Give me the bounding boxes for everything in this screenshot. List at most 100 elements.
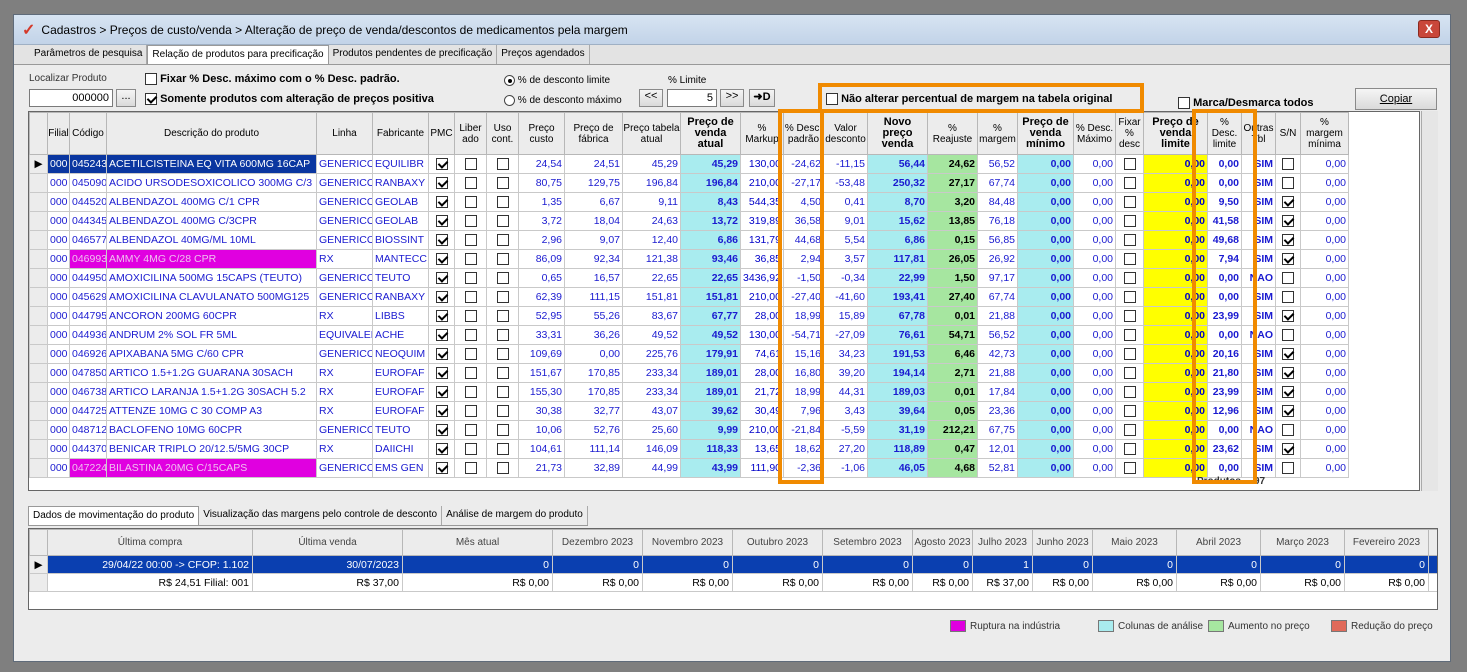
table-row[interactable]: 000 044370 BENICAR TRIPLO 20/12.5/5MG 30CP…: [29, 439, 1349, 459]
row-checkbox[interactable]: [435, 443, 448, 456]
cell-12[interactable]: 210,00: [740, 173, 784, 193]
cell-3[interactable]: GENERICO: [316, 173, 373, 193]
cell-24[interactable]: [1275, 401, 1301, 421]
cell-14[interactable]: -53,48: [823, 173, 868, 193]
cell-24[interactable]: [1275, 344, 1301, 364]
cell-1[interactable]: 044795: [69, 306, 107, 326]
cell-15[interactable]: 118,89: [867, 439, 928, 459]
cell-12[interactable]: 74,61: [740, 344, 784, 364]
cell-7[interactable]: [486, 401, 519, 421]
bottom-cell-3[interactable]: R$ 0,00: [552, 573, 643, 592]
cell-20[interactable]: [1115, 306, 1144, 326]
cell-16[interactable]: 6,46: [927, 344, 978, 364]
cell-6[interactable]: [454, 363, 487, 383]
cell-2[interactable]: ARTICO 1.5+1.2G GUARANA 30SACH: [106, 363, 317, 383]
cell-5[interactable]: [428, 401, 455, 421]
cell-18[interactable]: 0,00: [1017, 325, 1074, 345]
table-row[interactable]: 000 047850 ARTICO 1.5+1.2G GUARANA 30SACH R…: [29, 363, 1349, 383]
cell-9[interactable]: 16,57: [564, 268, 623, 288]
cell-21[interactable]: 0,00: [1143, 382, 1208, 402]
cell-0[interactable]: 000: [47, 230, 70, 250]
cell-24[interactable]: [1275, 173, 1301, 193]
cell-16[interactable]: 0,05: [927, 401, 978, 421]
cell-25[interactable]: 0,00: [1300, 306, 1349, 326]
row-checkbox[interactable]: [1123, 215, 1136, 228]
cell-3[interactable]: GENERICO: [316, 287, 373, 307]
cell-8[interactable]: 33,31: [518, 325, 565, 345]
cell-12[interactable]: 544,35: [740, 192, 784, 212]
col-header-1[interactable]: Código: [69, 112, 107, 155]
col-header-10[interactable]: Preço tabela atual: [622, 112, 681, 155]
row-checkbox[interactable]: [464, 158, 477, 171]
cell-21[interactable]: 0,00: [1143, 268, 1208, 288]
cell-8[interactable]: 30,38: [518, 401, 565, 421]
cell-6[interactable]: [454, 230, 487, 250]
cell-4[interactable]: BIOSSINT: [372, 230, 429, 250]
cell-23[interactable]: SIM: [1241, 439, 1276, 459]
row-checkbox[interactable]: [464, 348, 477, 361]
row-checkbox[interactable]: [1282, 177, 1294, 190]
table-row[interactable]: 000 044936 ANDRUM 2% SOL FR 5ML EQUIVALEN AC…: [29, 325, 1349, 345]
cell-11[interactable]: 179,91: [680, 344, 741, 364]
cell-0[interactable]: 000: [47, 306, 70, 326]
cell-14[interactable]: 5,54: [823, 230, 868, 250]
bottom-cell-12[interactable]: R$ 0,00: [1260, 573, 1345, 592]
cell-14[interactable]: 15,89: [823, 306, 868, 326]
cell-15[interactable]: 22,99: [867, 268, 928, 288]
cell-25[interactable]: 0,00: [1300, 382, 1349, 402]
cell-5[interactable]: [428, 325, 455, 345]
cell-25[interactable]: 0,00: [1300, 420, 1349, 440]
cell-17[interactable]: 17,84: [977, 382, 1018, 402]
cell-19[interactable]: 0,00: [1073, 268, 1116, 288]
cell-11[interactable]: 22,65: [680, 268, 741, 288]
cell-25[interactable]: 0,00: [1300, 230, 1349, 250]
col-header-19[interactable]: % Desc. Máximo: [1073, 112, 1116, 155]
cell-15[interactable]: 56,44: [867, 154, 928, 174]
cell-14[interactable]: 0,41: [823, 192, 868, 212]
cell-25[interactable]: 0,00: [1300, 173, 1349, 193]
table-row[interactable]: 000 046577 ALBENDAZOL 40MG/ML 10ML GENERICO…: [29, 230, 1349, 250]
bottom-cell-14[interactable]: 0: [1428, 555, 1437, 574]
table-row[interactable]: ▶ 000 045243 ACETILCISTEINA EQ VITA 600MG 1…: [29, 154, 1349, 174]
cell-25[interactable]: 0,00: [1300, 268, 1349, 288]
cell-0[interactable]: 000: [47, 268, 70, 288]
table-row[interactable]: 000 047224 BILASTINA 20MG C/15CAPS GENERICO…: [29, 458, 1349, 478]
bottom-cell-0[interactable]: 29/04/22 00:00 -> CFOP: 1.102: [47, 555, 253, 574]
cell-19[interactable]: 0,00: [1073, 401, 1116, 421]
bottom-cell-2[interactable]: R$ 0,00: [402, 573, 553, 592]
cell-15[interactable]: 117,81: [867, 249, 928, 269]
cell-6[interactable]: [454, 211, 487, 231]
cell-24[interactable]: [1275, 306, 1301, 326]
row-checkbox[interactable]: [1282, 367, 1294, 380]
cell-25[interactable]: 0,00: [1300, 401, 1349, 421]
cell-8[interactable]: 80,75: [518, 173, 565, 193]
cell-6[interactable]: [454, 268, 487, 288]
cell-5[interactable]: [428, 420, 455, 440]
cell-13[interactable]: -27,40: [783, 287, 824, 307]
cell-7[interactable]: [486, 325, 519, 345]
table-row[interactable]: 000 044950 AMOXICILINA 500MG 15CAPS (TEUTO…: [29, 268, 1349, 288]
cell-4[interactable]: TEUTO: [372, 268, 429, 288]
cell-12[interactable]: 131,79: [740, 230, 784, 250]
cell-12[interactable]: 210,00: [740, 287, 784, 307]
row-checkbox[interactable]: [464, 424, 477, 437]
cell-9[interactable]: 36,26: [564, 325, 623, 345]
cell-14[interactable]: -1,06: [823, 458, 868, 478]
cell-21[interactable]: 0,00: [1143, 439, 1208, 459]
cell-15[interactable]: 191,53: [867, 344, 928, 364]
row-checkbox[interactable]: [1282, 215, 1294, 228]
cell-22[interactable]: 12,96: [1207, 401, 1242, 421]
cell-8[interactable]: 2,96: [518, 230, 565, 250]
row-checkbox[interactable]: [1282, 158, 1294, 171]
cell-21[interactable]: 0,00: [1143, 306, 1208, 326]
cell-7[interactable]: [486, 458, 519, 478]
cell-22[interactable]: 9,50: [1207, 192, 1242, 212]
cell-21[interactable]: 0,00: [1143, 211, 1208, 231]
cell-6[interactable]: [454, 306, 487, 326]
cell-3[interactable]: GENERICO: [316, 192, 373, 212]
cell-8[interactable]: 24,54: [518, 154, 565, 174]
row-checkbox[interactable]: [435, 291, 448, 304]
cell-21[interactable]: 0,00: [1143, 154, 1208, 174]
row-checkbox[interactable]: [464, 253, 477, 266]
cell-13[interactable]: -27,17: [783, 173, 824, 193]
